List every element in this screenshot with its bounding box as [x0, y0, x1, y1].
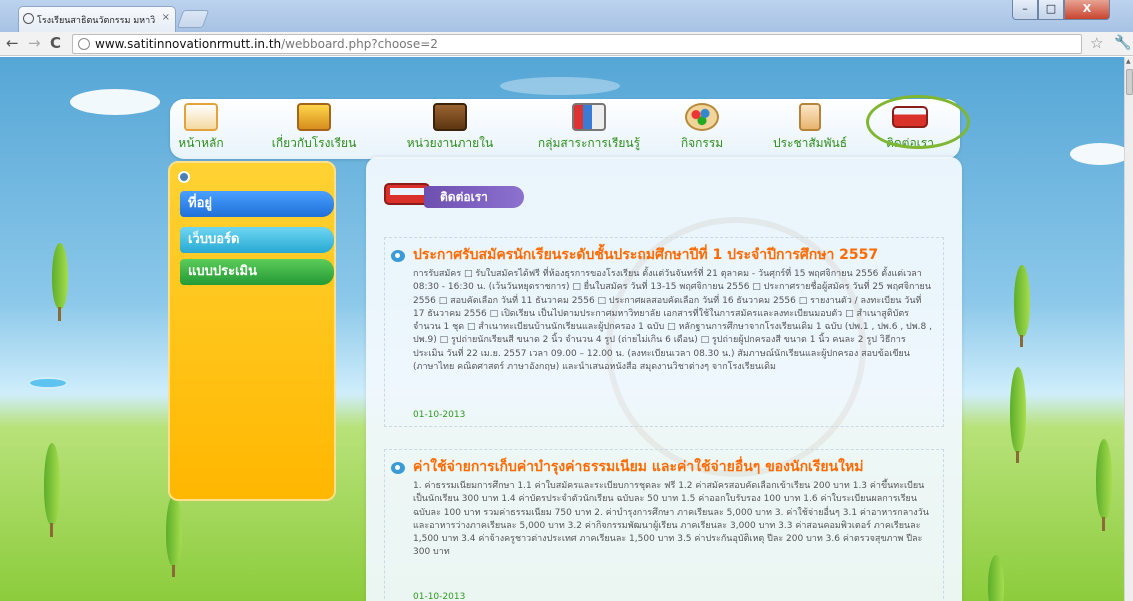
scroll-up-icon[interactable]: ▲ [1126, 58, 1131, 65]
tree-decoration [52, 243, 68, 309]
page-scrollbar[interactable]: ▲ [1124, 57, 1133, 601]
forward-button[interactable]: → [28, 34, 41, 52]
active-nav-highlight [866, 95, 970, 149]
url-host: www.satitinnovationrmutt.in.th [95, 37, 282, 51]
sidebar-item-webboard[interactable]: เว็บบอร์ด [180, 227, 334, 253]
tree-trunk [1016, 451, 1019, 463]
cloud-decoration [500, 77, 620, 95]
content-panel: ติดต่อเรา ประกาศรับสมัครนักเรียนระดับชั้… [366, 157, 962, 601]
speech-bubble-icon [391, 462, 405, 474]
tree-decoration [166, 495, 182, 567]
cloud-decoration [70, 89, 160, 115]
url-path: /webboard.php?choose=2 [281, 37, 438, 51]
minimize-button[interactable]: – [1012, 0, 1038, 20]
document-stack-icon [799, 103, 821, 131]
speech-bubble-icon [391, 250, 405, 262]
tab-close-icon[interactable]: × [162, 12, 170, 23]
sidebar-item-address[interactable]: ที่อยู่ [180, 191, 334, 217]
nav-label: หน่วยงานภายใน [406, 136, 494, 150]
nav-label: ประชาสัมพันธ์ [772, 136, 848, 150]
nav-item-about[interactable]: เกี่ยวกับโรงเรียน [256, 103, 372, 153]
address-bar[interactable]: www.satitinnovationrmutt.in.th/webboard.… [72, 34, 1082, 54]
tab-title: โรงเรียนสาธิตนวัตกรรม มหาวิ [37, 16, 156, 26]
tab-favicon-icon [23, 13, 34, 24]
tree-trunk [1102, 517, 1105, 531]
nav-label: หน้าหลัก [178, 136, 224, 150]
close-window-button[interactable]: X [1064, 0, 1110, 20]
tree-decoration [988, 555, 1004, 601]
pond-decoration [28, 377, 68, 389]
tree-decoration [44, 443, 60, 525]
books-icon [572, 103, 606, 131]
browser-toolbar: ← → C www.satitinnovationrmutt.in.th/web… [0, 32, 1133, 56]
post-date: 01-10-2013 [413, 592, 466, 601]
page-viewport: หน้าหลัก เกี่ยวกับโรงเรียน หน่วยงานภายใน… [0, 57, 1124, 601]
nav-label: กิจกรรม [680, 136, 724, 150]
cloud-decoration [1070, 143, 1124, 165]
school-house-icon [297, 103, 331, 131]
browser-titlebar: โรงเรียนสาธิตนวัตกรรม มหาวิ × – □ X [0, 0, 1133, 32]
tree-trunk [50, 523, 53, 537]
section-title: ติดต่อเรา [424, 186, 524, 208]
nav-item-public-relations[interactable]: ประชาสัมพันธ์ [760, 103, 860, 153]
tree-trunk [172, 565, 175, 577]
tree-decoration [1010, 367, 1026, 453]
post-date: 01-10-2013 [413, 410, 466, 420]
section-banner: ติดต่อเรา [384, 181, 524, 211]
tree-trunk [1020, 335, 1023, 347]
nav-label: เกี่ยวกับโรงเรียน [271, 136, 357, 150]
briefcase-icon [433, 103, 467, 131]
nav-item-departments[interactable]: หน่วยงานภายใน [396, 103, 504, 153]
school-building-icon [184, 103, 218, 131]
post-body: 1. ค่าธรรมเนียมการศึกษา 1.1 ค่าใบสมัครแล… [413, 481, 929, 558]
palette-icon [685, 103, 719, 131]
post-title[interactable]: ประกาศรับสมัครนักเรียนระดับชั้นประถมศึกษ… [413, 244, 878, 266]
wrench-menu-icon[interactable]: 🔧 [1114, 35, 1131, 51]
main-navigation: หน้าหลัก เกี่ยวกับโรงเรียน หน่วยงานภายใน… [170, 99, 960, 159]
reload-button[interactable]: C [50, 34, 61, 52]
page-icon [78, 38, 90, 50]
sidebar: ที่อยู่ เว็บบอร์ด แบบประเมิน [168, 161, 336, 501]
sidebar-item-evaluation[interactable]: แบบประเมิน [180, 259, 334, 285]
nav-item-home[interactable]: หน้าหลัก [170, 103, 232, 153]
bookmark-star-icon[interactable]: ☆ [1090, 34, 1103, 52]
new-tab-button[interactable] [176, 10, 210, 28]
tree-trunk [58, 307, 61, 321]
nav-item-activities[interactable]: กิจกรรม [670, 103, 734, 153]
tree-decoration [1096, 439, 1112, 519]
post-body: การรับสมัคร □ รับใบสมัครได้ฟรี ที่ห้องธุ… [413, 269, 932, 373]
nav-label: กลุ่มสาระการเรียนรู้ [537, 136, 641, 150]
webboard-post: ประกาศรับสมัครนักเรียนระดับชั้นประถมศึกษ… [384, 237, 944, 427]
nav-item-learning-groups[interactable]: กลุ่มสาระการเรียนรู้ [522, 103, 656, 153]
maximize-button[interactable]: □ [1038, 0, 1064, 20]
back-button[interactable]: ← [6, 34, 19, 52]
webboard-post: ค่าใช้จ่ายการเก็บค่าบำรุงค่าธรรมเนียม แล… [384, 449, 944, 601]
post-title[interactable]: ค่าใช้จ่ายการเก็บค่าบำรุงค่าธรรมเนียม แล… [413, 456, 863, 478]
sidebar-bullet-icon [178, 171, 190, 183]
tree-decoration [1014, 265, 1030, 337]
scrollbar-thumb[interactable] [1126, 69, 1133, 95]
browser-tab[interactable]: โรงเรียนสาธิตนวัตกรรม มหาวิ × [18, 6, 176, 32]
